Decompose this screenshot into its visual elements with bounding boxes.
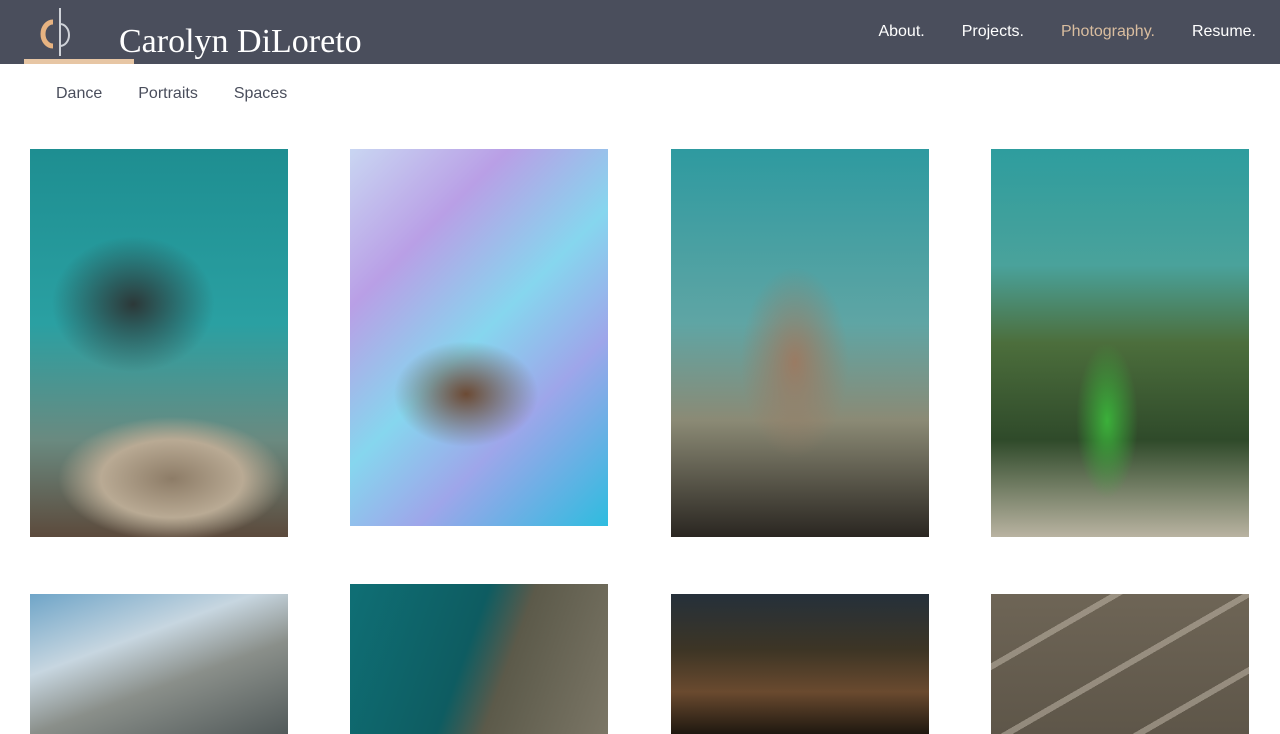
main-nav: About. Projects. Photography. Resume. xyxy=(878,22,1256,42)
photo-boot-kick[interactable] xyxy=(350,584,608,734)
category-spaces[interactable]: Spaces xyxy=(234,84,287,104)
photo-iridescent-floor[interactable] xyxy=(350,149,608,526)
photo-bridge-pose[interactable] xyxy=(30,594,288,734)
photo-court-lines[interactable] xyxy=(991,594,1249,734)
photography-category-nav: Dance Portraits Spaces xyxy=(56,84,287,104)
nav-photography[interactable]: Photography. xyxy=(1061,22,1155,42)
photo-dance-duo-rock[interactable] xyxy=(30,149,288,537)
cd-monogram-icon xyxy=(40,8,70,56)
site-logo[interactable] xyxy=(24,0,134,64)
category-dance[interactable]: Dance xyxy=(56,84,102,104)
brand-name[interactable]: Carolyn DiLoreto xyxy=(119,20,362,64)
nav-resume[interactable]: Resume. xyxy=(1192,22,1256,42)
site-header: Carolyn DiLoreto About. Projects. Photog… xyxy=(0,0,1280,64)
photo-mirror-frame[interactable] xyxy=(991,149,1249,537)
photo-veil-arm-raised[interactable] xyxy=(671,149,929,537)
category-portraits[interactable]: Portraits xyxy=(138,84,198,104)
nav-projects[interactable]: Projects. xyxy=(962,22,1024,42)
logo-accent-bar xyxy=(24,59,134,64)
nav-about[interactable]: About. xyxy=(878,22,924,42)
photo-flowers-sunset[interactable] xyxy=(671,594,929,734)
